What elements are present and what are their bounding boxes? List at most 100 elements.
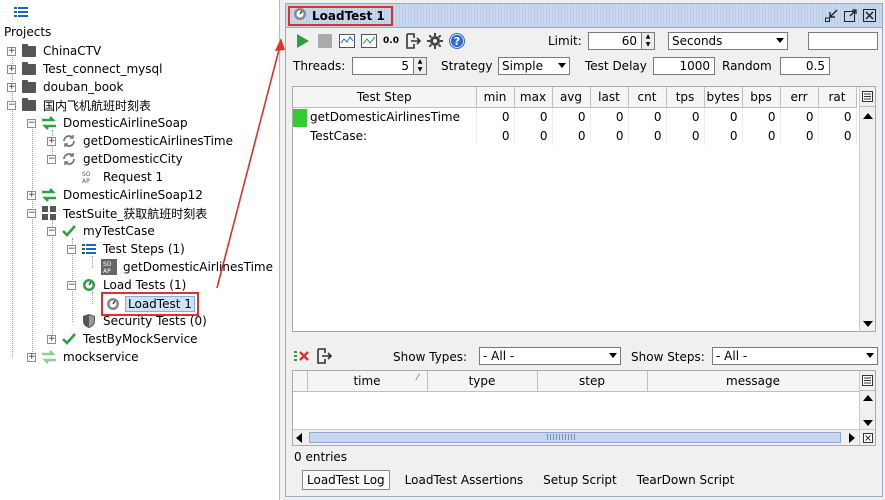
scroll-up-icon[interactable] — [863, 395, 873, 401]
table-row[interactable]: getDomesticAirlinesTime 0 0 0 0 0 0 0 0 … — [293, 107, 857, 127]
random-input[interactable]: 0.5 — [780, 57, 830, 75]
scroll-down-icon[interactable] — [863, 420, 873, 426]
tree-item-mock-service[interactable]: + mockservice — [27, 348, 141, 366]
load-test-log-table: time ⁄ type step message — [292, 370, 876, 446]
column-header-last[interactable]: last — [590, 87, 629, 108]
show-types-value: - All - — [483, 349, 515, 363]
column-header-time[interactable]: time ⁄ — [307, 371, 428, 392]
expand-toggle[interactable]: + — [27, 190, 36, 200]
export-log-icon[interactable] — [316, 348, 333, 367]
tree-item-label: mockservice — [63, 350, 139, 364]
close-icon[interactable] — [862, 8, 876, 22]
tab-loadtest-log[interactable]: LoadTest Log — [302, 470, 390, 490]
tree-item-label: DomesticAirlineSoap12 — [63, 188, 203, 202]
tree-item-domestic-airline-soap[interactable]: − DomesticAirlineSoap — [27, 114, 190, 132]
tree-item-test-suite[interactable]: − TestSuite_获取航班时刻表 — [27, 204, 209, 222]
column-header-step[interactable]: step — [537, 371, 648, 392]
reset-statistics-button[interactable]: 0.0 — [382, 32, 400, 50]
expand-toggle[interactable]: + — [7, 82, 16, 92]
expand-toggle[interactable]: + — [7, 46, 16, 56]
tree-item-get-domestic-city[interactable]: − getDomesticCity — [47, 150, 185, 168]
test-steps-list-icon — [81, 241, 97, 257]
column-header-bps[interactable]: bps — [742, 87, 781, 108]
tree-item-request-1[interactable]: SO AP Request 1 — [81, 168, 165, 186]
limit-unit-select[interactable]: Seconds — [668, 32, 788, 50]
column-header-min[interactable]: min — [476, 87, 515, 108]
limit-spinner[interactable]: ▲ ▼ — [641, 32, 655, 50]
column-header-err[interactable]: err — [780, 87, 819, 108]
strategy-select[interactable]: Simple — [498, 57, 570, 75]
stat-cell: 0 — [780, 126, 819, 145]
tab-loadtest-assertions[interactable]: LoadTest Assertions — [400, 470, 529, 490]
tree-item-chinactv[interactable]: + ChinaCTV — [7, 42, 103, 60]
tree-item-test-steps[interactable]: − Test Steps (1) — [67, 240, 187, 258]
stop-icon[interactable] — [316, 32, 334, 50]
scroll-up-icon[interactable] — [863, 113, 873, 119]
tree-item-security-tests[interactable]: Security Tests (0) — [81, 312, 209, 330]
statistics-vertical-scrollbar[interactable] — [859, 87, 875, 331]
tree-item-flight-project[interactable]: − 国内飞机航班时刻表 — [7, 96, 153, 114]
minimize-icon[interactable] — [824, 8, 838, 22]
statistics-graph-icon[interactable] — [338, 32, 356, 50]
expand-toggle[interactable]: + — [47, 136, 56, 146]
column-header-cnt[interactable]: cnt — [628, 87, 667, 108]
test-suite-grid-icon — [41, 205, 57, 221]
scroll-right-icon[interactable] — [849, 433, 855, 443]
tree-item-test-by-mock-service[interactable]: + TestByMockService — [47, 330, 200, 348]
column-header-message[interactable]: message — [647, 371, 860, 392]
collapse-toggle[interactable]: − — [47, 154, 56, 164]
close-icon[interactable] — [859, 430, 875, 445]
list-view-icon[interactable] — [14, 6, 28, 18]
tree-item-test-connect-mysql[interactable]: + Test_connect_mysql — [7, 60, 164, 78]
maximize-icon[interactable] — [843, 8, 857, 22]
collapse-toggle[interactable]: − — [7, 100, 16, 110]
collapse-toggle[interactable]: − — [67, 280, 76, 290]
column-header-type[interactable]: type — [427, 371, 538, 392]
column-header-bytes[interactable]: bytes — [704, 87, 743, 108]
expand-toggle[interactable]: + — [27, 352, 36, 362]
collapse-toggle[interactable]: − — [27, 208, 36, 218]
log-horizontal-scrollbar[interactable] — [293, 429, 875, 445]
column-header-tps[interactable]: tps — [666, 87, 705, 108]
gear-icon[interactable] — [426, 32, 444, 50]
table-row[interactable]: TestCase: 0 0 0 0 0 0 0 0 0 0 — [293, 126, 857, 145]
run-icon[interactable] — [294, 32, 312, 50]
clear-log-icon[interactable] — [294, 349, 310, 366]
column-chooser-icon[interactable] — [860, 371, 875, 391]
test-delay-value: 1000 — [679, 59, 710, 73]
test-delay-input[interactable]: 1000 — [653, 57, 715, 75]
tree-item-step-get-domestic-airlines-time[interactable]: SO AP getDomesticAirlinesTime — [101, 258, 275, 276]
expand-toggle[interactable]: + — [47, 334, 56, 344]
limit-input[interactable]: 60 ▲ ▼ — [588, 32, 655, 50]
column-header-avg[interactable]: avg — [552, 87, 591, 108]
load-test-settings-row: Threads: 5 ▲ ▼ Strategy Simple Test Delay… — [286, 54, 882, 80]
scroll-down-icon[interactable] — [863, 321, 873, 327]
collapse-toggle[interactable]: − — [47, 226, 56, 236]
folder-icon — [21, 43, 37, 59]
column-header-rat[interactable]: rat — [818, 87, 857, 108]
export-icon[interactable] — [404, 32, 422, 50]
show-steps-select[interactable]: - All - — [712, 347, 878, 365]
chevron-down-icon — [866, 353, 874, 358]
expand-toggle[interactable]: + — [7, 64, 16, 74]
help-icon[interactable]: ? — [448, 32, 466, 50]
column-header-max[interactable]: max — [514, 87, 553, 108]
tree-item-douban-book[interactable]: + douban_book — [7, 78, 125, 96]
threads-input[interactable]: 5 ▲ ▼ — [352, 57, 427, 75]
tree-item-get-domestic-airlines-time[interactable]: + getDomesticAirlinesTime — [47, 132, 235, 150]
tree-item-domestic-airline-soap12[interactable]: + DomesticAirlineSoap12 — [27, 186, 205, 204]
collapse-toggle[interactable]: − — [27, 118, 36, 128]
test-delay-label: Test Delay — [585, 59, 647, 73]
column-chooser-icon[interactable] — [860, 87, 875, 107]
log-vertical-scrollbar[interactable] — [859, 371, 875, 429]
threads-spinner[interactable]: ▲ ▼ — [413, 57, 427, 75]
tab-setup-script[interactable]: Setup Script — [538, 470, 622, 490]
statistics-history-icon[interactable] — [360, 32, 378, 50]
tree-item-label: myTestCase — [83, 224, 155, 238]
scroll-left-icon[interactable] — [296, 433, 302, 443]
collapse-toggle[interactable]: − — [67, 244, 76, 254]
tab-teardown-script[interactable]: TearDown Script — [632, 470, 740, 490]
show-types-select[interactable]: - All - — [479, 347, 621, 365]
column-header-test-step[interactable]: Test Step — [293, 87, 477, 108]
tree-item-my-test-case[interactable]: − myTestCase — [47, 222, 157, 240]
